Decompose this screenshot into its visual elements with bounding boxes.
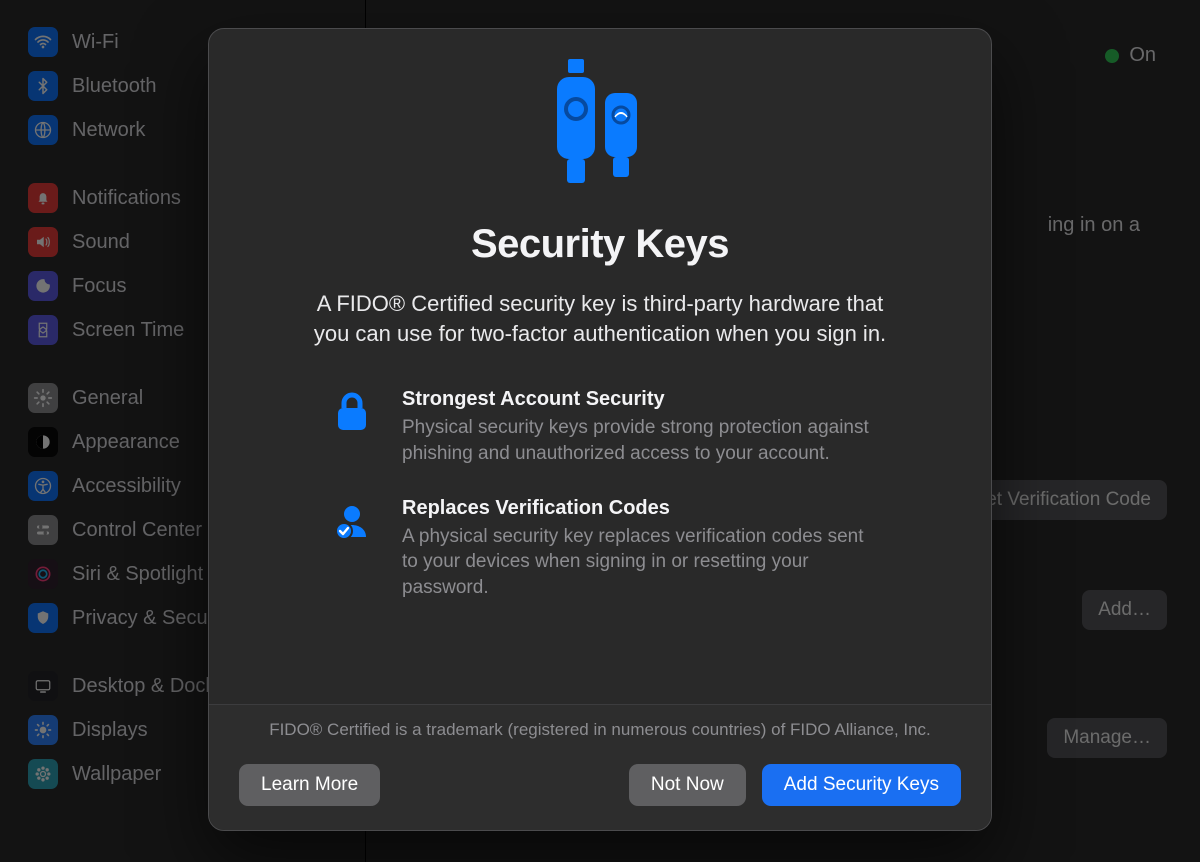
feature-body: A physical security key replaces verific… xyxy=(402,524,870,601)
dialog-title: Security Keys xyxy=(471,222,729,267)
person-check-icon xyxy=(330,501,374,541)
not-now-button[interactable]: Not Now xyxy=(629,764,746,806)
feature-title: Replaces Verification Codes xyxy=(402,497,870,520)
security-keys-icon xyxy=(545,59,655,194)
learn-more-button[interactable]: Learn More xyxy=(239,764,380,806)
security-keys-dialog: Security Keys A FIDO® Certified security… xyxy=(208,28,992,831)
add-security-keys-button[interactable]: Add Security Keys xyxy=(762,764,961,806)
lock-icon xyxy=(330,392,374,432)
fine-print: FIDO® Certified is a trademark (register… xyxy=(239,719,961,742)
feature-body: Physical security keys provide strong pr… xyxy=(402,415,870,466)
feature-replaces-codes: Replaces Verification Codes A physical s… xyxy=(330,497,870,601)
feature-strongest-security: Strongest Account Security Physical secu… xyxy=(330,388,870,466)
dialog-footer: FIDO® Certified is a trademark (register… xyxy=(209,704,991,830)
feature-title: Strongest Account Security xyxy=(402,388,870,411)
dialog-description: A FIDO® Certified security key is third-… xyxy=(305,289,895,348)
